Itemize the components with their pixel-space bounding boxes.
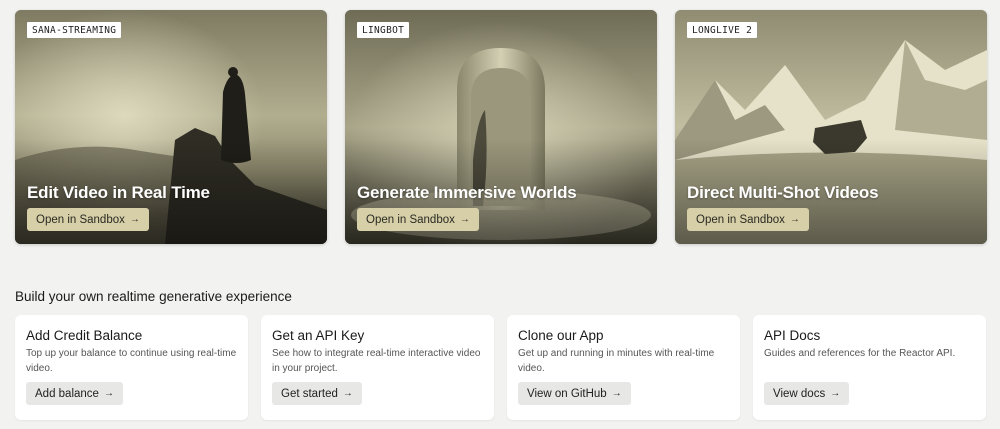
hero-tag: SANA-STREAMING [27, 22, 122, 38]
card-description: Guides and references for the Reactor AP… [764, 348, 956, 359]
arrow-right-icon: → [103, 387, 114, 399]
add-balance-button[interactable]: Add balance → [26, 382, 123, 405]
card-title: Clone our App [518, 328, 604, 343]
open-in-sandbox-button[interactable]: Open in Sandbox → [357, 208, 479, 231]
hero-title: Edit Video in Real Time [27, 183, 210, 202]
card-description: Top up your balance to continue using re… [26, 348, 237, 374]
hero-tag: LONGLIVE 2 [687, 22, 758, 38]
card-title: API Docs [764, 328, 821, 343]
arrow-right-icon: → [459, 213, 470, 225]
card-get-api-key: Get an API Key See how to integrate real… [261, 315, 494, 420]
view-docs-button[interactable]: View docs → [764, 382, 850, 405]
section-title: Build your own realtime generative exper… [15, 289, 292, 304]
card-title: Get an API Key [272, 328, 365, 343]
arrow-right-icon: → [129, 213, 140, 225]
hero-card-lingbot[interactable]: LINGBOT Generate Immersive Worlds Open i… [345, 10, 657, 244]
button-label: View docs [773, 387, 826, 400]
hero-title: Direct Multi-Shot Videos [687, 183, 879, 202]
get-started-button[interactable]: Get started → [272, 382, 362, 405]
arrow-right-icon: → [342, 387, 353, 399]
open-in-sandbox-button[interactable]: Open in Sandbox → [27, 208, 149, 231]
card-title: Add Credit Balance [26, 328, 143, 343]
arrow-right-icon: → [611, 387, 622, 399]
button-label: Add balance [35, 387, 99, 400]
hero-tag: LINGBOT [357, 22, 410, 38]
quick-action-cards: Add Credit Balance Top up your balance t… [15, 315, 987, 420]
hero-card-sana-streaming[interactable]: SANA-STREAMING Edit Video in Real Time O… [15, 10, 327, 244]
button-label: Open in Sandbox [366, 213, 455, 226]
card-add-credit-balance: Add Credit Balance Top up your balance t… [15, 315, 248, 420]
arrow-right-icon: → [789, 213, 800, 225]
arrow-right-icon: → [830, 387, 841, 399]
button-label: Open in Sandbox [696, 213, 785, 226]
page: SANA-STREAMING Edit Video in Real Time O… [0, 0, 1000, 429]
card-description: See how to integrate real-time interacti… [272, 348, 481, 374]
hero-card-longlive-2[interactable]: LONGLIVE 2 Direct Multi-Shot Videos Open… [675, 10, 987, 244]
hero-row: SANA-STREAMING Edit Video in Real Time O… [15, 10, 987, 244]
button-label: View on GitHub [527, 387, 607, 400]
button-label: Open in Sandbox [36, 213, 125, 226]
card-api-docs: API Docs Guides and references for the R… [753, 315, 986, 420]
card-clone-our-app: Clone our App Get up and running in minu… [507, 315, 740, 420]
card-description: Get up and running in minutes with real-… [518, 348, 715, 374]
view-on-github-button[interactable]: View on GitHub → [518, 382, 631, 405]
button-label: Get started [281, 387, 338, 400]
open-in-sandbox-button[interactable]: Open in Sandbox → [687, 208, 809, 231]
hero-title: Generate Immersive Worlds [357, 183, 577, 202]
